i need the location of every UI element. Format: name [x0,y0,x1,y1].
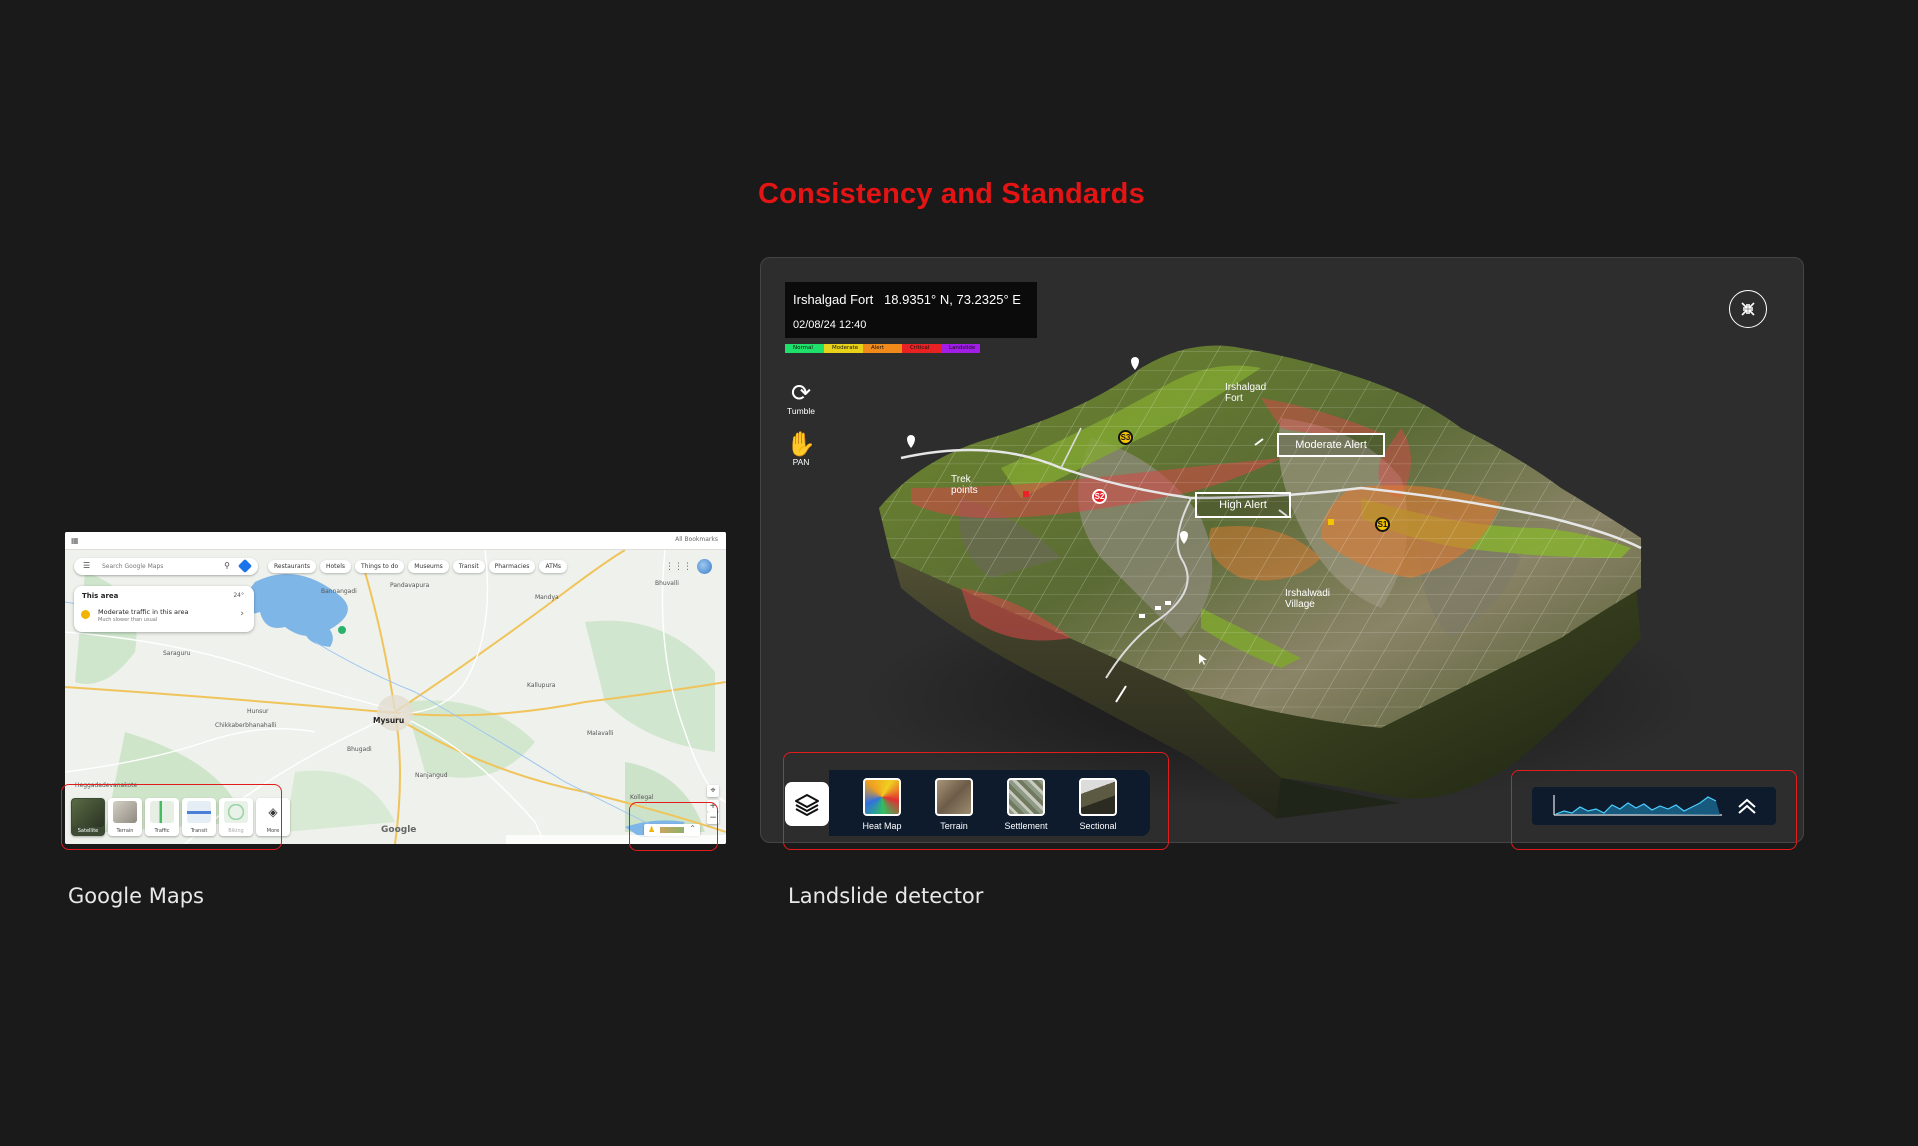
label-irshalwadi-village: Irshalwadi Village [1285,588,1331,610]
apps-icon[interactable]: ▦ [71,536,79,545]
place-label: Bannangadi [321,588,357,595]
traffic-subtext: Much slower than usual [98,617,158,623]
chip-transit[interactable]: Transit [452,560,485,573]
place-label: Malavalli [587,730,614,737]
highlight-google-layers [61,784,282,850]
place-label-mysuru: Mysuru [373,716,405,725]
risk-legend: Normal Moderate Alert Critical Landslide [785,344,980,353]
chip-pharmacies[interactable]: Pharmacies [488,560,536,573]
place-label: Hunsur [247,708,269,715]
place-label: Bhugadi [347,746,372,753]
google-apps-icon[interactable]: ⋮⋮⋮ [665,562,692,572]
chip-restaurants[interactable]: Restaurants [268,560,316,573]
place-label: Mandya [535,594,559,601]
location-name: Irshalgad Fort [793,292,874,307]
rotate-icon: ⟳ [790,379,812,407]
place-label: Saraguru [163,650,191,657]
pan-tool[interactable]: ✋ PAN [779,431,823,467]
sensor-s2[interactable]: S2 [1092,489,1107,504]
high-alert-callout[interactable]: High Alert [1195,492,1291,518]
chip-hotels[interactable]: Hotels [319,560,352,573]
label-trek-points: Trek points [951,474,978,496]
highlight-google-controls [629,802,718,851]
chip-museums[interactable]: Museums [408,560,449,573]
search-input[interactable]: Search Google Maps [102,563,163,570]
page-heading: Consistency and Standards [758,178,1145,210]
sensor-s3[interactable]: S3 [1118,430,1133,445]
location-coords: 18.9351° N, 73.2325° E [884,292,1021,307]
tumble-tool[interactable]: ⟳ Tumble [779,380,823,416]
legend-landslide: Landslide [941,344,980,353]
compress-icon [1741,302,1755,316]
place-label: Nanjangud [415,772,448,779]
place-label: Chikkaberbhanahalli [215,722,277,729]
legend-moderate: Moderate [824,344,863,353]
label-irshalgad-fort: Irshalgad Fort [1225,382,1267,404]
datetime: 02/08/24 12:40 [793,319,867,331]
hand-icon: ✋ [786,430,816,458]
legend-alert: Alert [863,344,902,353]
caption-landslide-detector: Landslide detector [788,884,984,908]
highlight-landslide-graph [1511,770,1797,850]
sensor-s1[interactable]: S1 [1375,517,1390,532]
avatar[interactable] [697,559,712,574]
place-label: Kollegal [630,794,654,801]
compress-view-button[interactable] [1729,290,1767,328]
search-box[interactable]: ☰ Search Google Maps ⚲ [74,558,258,575]
temperature: 24° [233,592,244,599]
place-label: Kallupura [527,682,556,689]
card-title: This area [82,592,119,600]
place-label: Pandavapura [390,582,430,589]
traffic-text: Moderate traffic in this area [98,608,189,616]
chevron-right-icon[interactable]: › [240,609,244,619]
legend-normal: Normal [785,344,824,353]
highlight-landslide-layers [783,752,1169,850]
traffic-card[interactable]: This area 24° Moderate traffic in this a… [74,586,254,632]
location-title: Irshalgad Fort 18.9351° N, 73.2325° E [793,292,1021,307]
hamburger-menu-icon[interactable]: ☰ [83,561,90,570]
google-logo: Google [381,825,417,835]
search-icon[interactable]: ⚲ [224,561,230,570]
legend-critical: Critical [902,344,941,353]
all-bookmarks-link[interactable]: All Bookmarks [675,536,718,543]
caption-google-maps: Google Maps [68,884,204,908]
moderate-alert-callout[interactable]: Moderate Alert [1277,433,1385,457]
my-location-icon[interactable]: ⌖ [707,785,719,797]
place-label: Bhuvalli [655,580,679,587]
category-chips: Restaurants Hotels Things to do Museums … [268,560,568,573]
traffic-icon [81,610,90,619]
chip-atms[interactable]: ATMs [539,560,568,573]
browser-bar: ▦ All Bookmarks [65,532,726,550]
chip-things-to-do[interactable]: Things to do [355,560,405,573]
location-info-panel: Irshalgad Fort 18.9351° N, 73.2325° E 02… [785,282,1037,338]
directions-icon[interactable] [237,558,253,574]
